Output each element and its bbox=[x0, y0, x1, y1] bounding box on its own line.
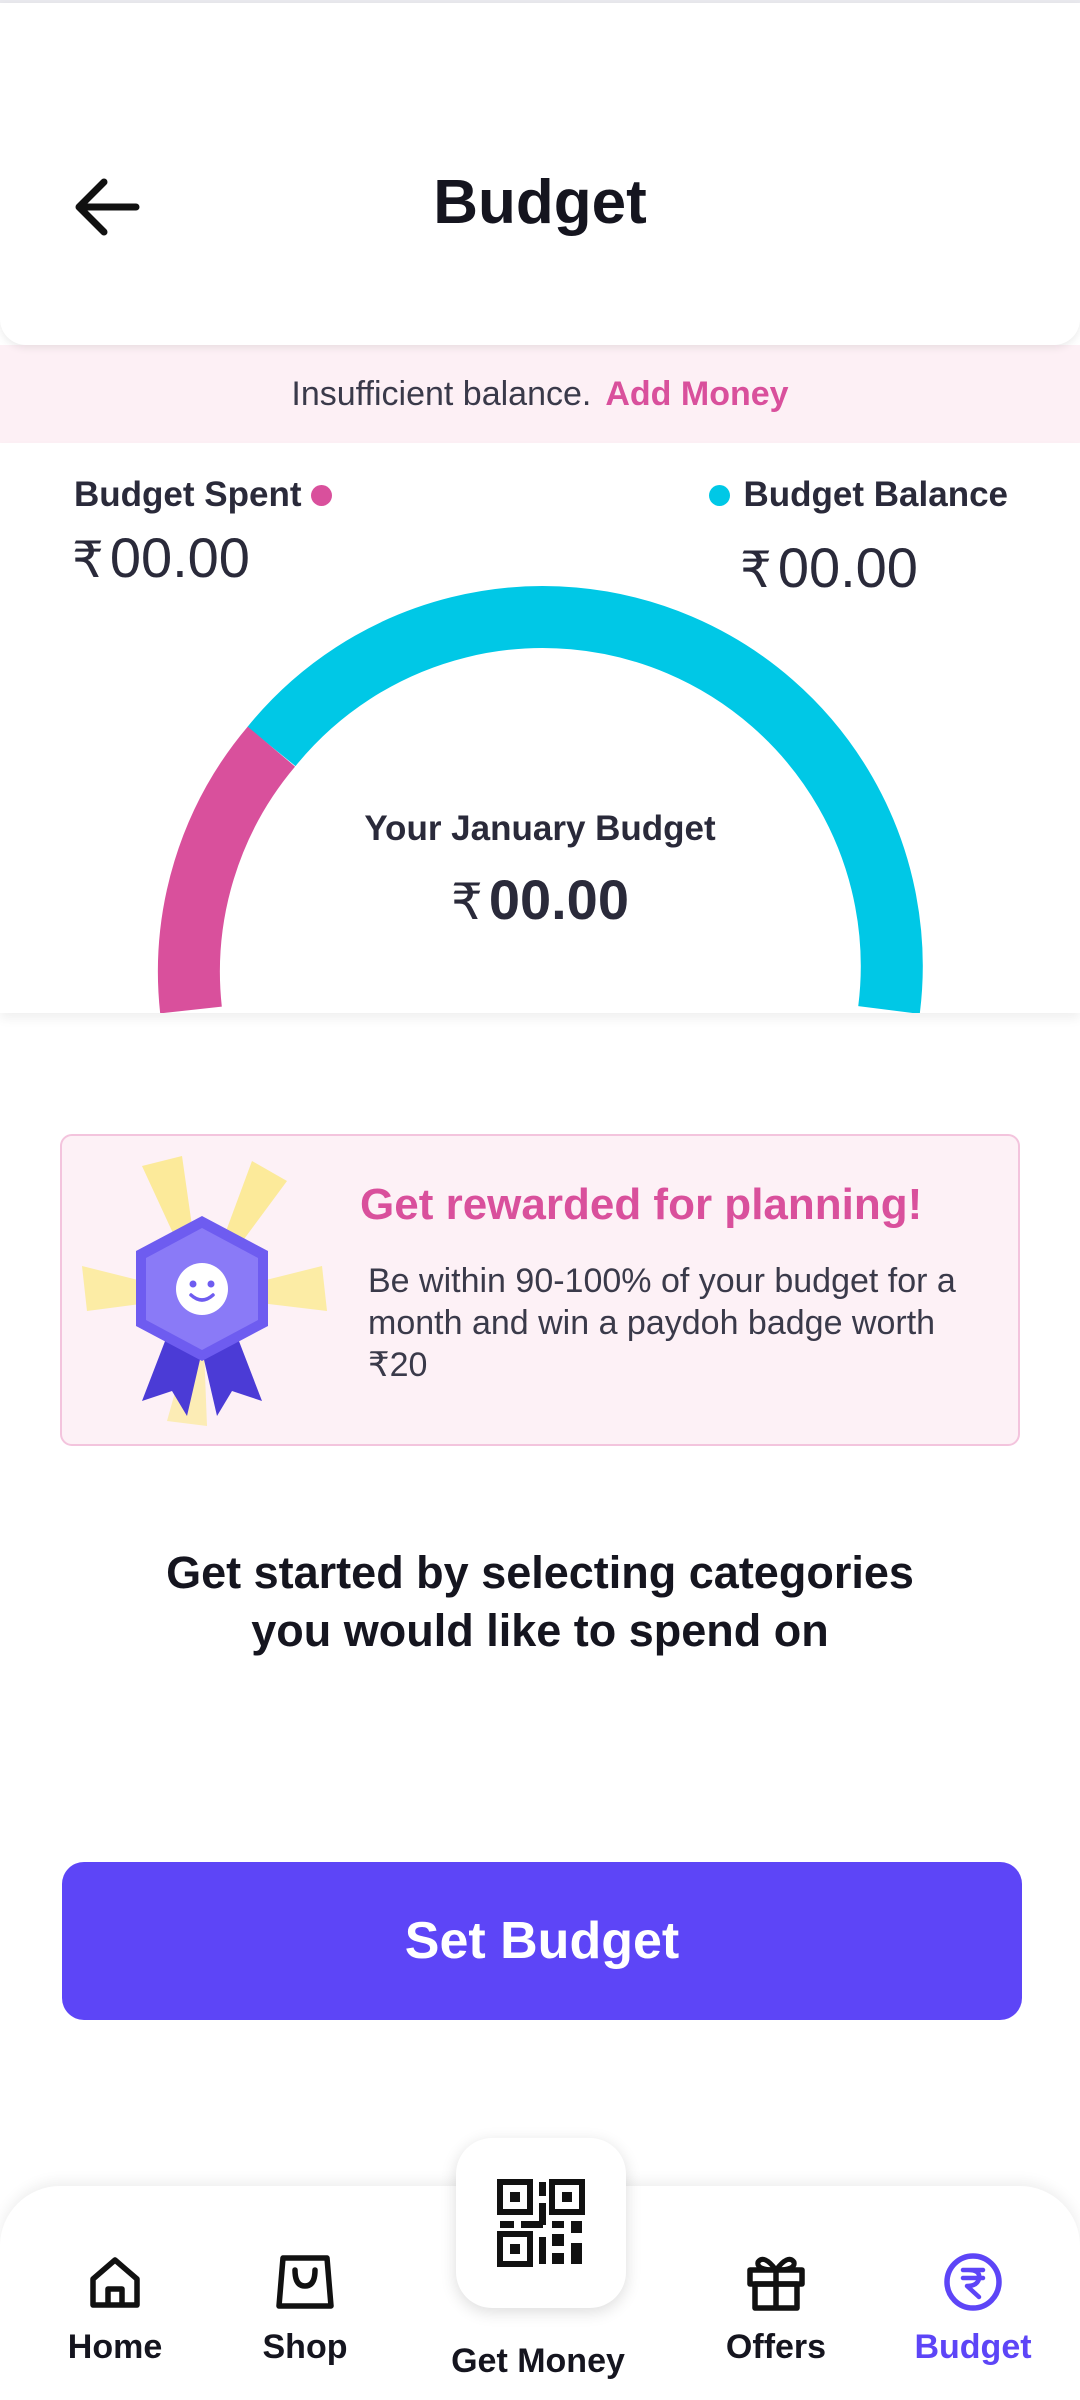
budget-balance-text: Budget Balance bbox=[743, 475, 1009, 514]
insufficient-balance-banner: Insufficient balance. Add Money bbox=[0, 345, 1080, 443]
qr-code-icon bbox=[497, 2179, 585, 2267]
reward-title: Get rewarded for planning! bbox=[360, 1180, 923, 1229]
scan-qr-button[interactable] bbox=[456, 2138, 626, 2308]
budget-spent-text: Budget Spent bbox=[74, 475, 302, 514]
balance-value: 00.00 bbox=[777, 536, 918, 599]
reward-promo-card: Get rewarded for planning! Be within 90-… bbox=[60, 1134, 1020, 1446]
reward-description: Be within 90-100% of your budget for a m… bbox=[368, 1262, 956, 1384]
budget-spent-amount: ₹00.00 bbox=[72, 525, 250, 590]
nav-shop[interactable]: Shop bbox=[205, 2246, 405, 2367]
set-budget-button[interactable]: Set Budget bbox=[62, 1862, 1022, 2020]
shopping-bag-icon bbox=[276, 2255, 334, 2309]
home-icon bbox=[90, 2257, 140, 2308]
nav-offers[interactable]: Offers bbox=[676, 2246, 876, 2367]
add-money-link[interactable]: Add Money bbox=[605, 375, 788, 414]
rupee-symbol: ₹ bbox=[451, 874, 483, 930]
nav-label-budget: Budget bbox=[914, 2328, 1032, 2366]
balance-legend-dot bbox=[708, 484, 730, 506]
budget-balance-label: Budget Balance bbox=[708, 475, 1009, 515]
app-header: Budget bbox=[0, 3, 1080, 345]
alert-message: Insufficient balance. bbox=[291, 374, 592, 413]
rupee-circle-icon bbox=[944, 2253, 1002, 2311]
rupee-symbol: ₹ bbox=[740, 542, 772, 598]
rupee-symbol: ₹ bbox=[72, 532, 104, 588]
nav-budget[interactable]: Budget bbox=[873, 2246, 1073, 2367]
month-budget-label: Your January Budget bbox=[364, 809, 716, 848]
nav-get-money[interactable]: Get Money bbox=[438, 2342, 638, 2381]
get-started-text: Get started by selecting categories you … bbox=[166, 1547, 914, 1656]
spent-value: 00.00 bbox=[109, 526, 250, 589]
month-budget-value: 00.00 bbox=[488, 868, 629, 931]
nav-label-offers: Offers bbox=[725, 2328, 827, 2366]
gift-icon bbox=[747, 2256, 805, 2311]
badge-medal-icon bbox=[82, 1156, 327, 1426]
budget-spent-label: Budget Spent bbox=[74, 475, 333, 515]
nav-label-get-money: Get Money bbox=[451, 2342, 625, 2380]
nav-home[interactable]: Home bbox=[15, 2246, 215, 2367]
spent-legend-dot bbox=[311, 484, 333, 506]
nav-label-home: Home bbox=[67, 2328, 163, 2366]
month-budget-amount: ₹00.00 bbox=[0, 867, 1080, 932]
page-title: Budget bbox=[433, 168, 647, 237]
budget-summary-card: Budget Spent ₹00.00 Budget Balance ₹00.0… bbox=[0, 443, 1080, 1013]
nav-label-shop: Shop bbox=[262, 2328, 348, 2366]
budget-balance-amount: ₹00.00 bbox=[740, 535, 918, 600]
